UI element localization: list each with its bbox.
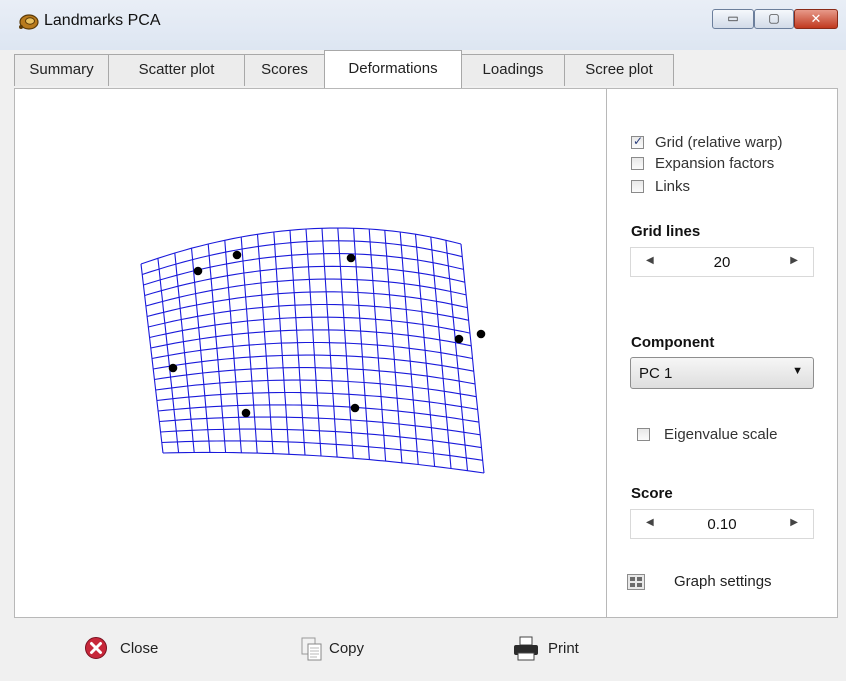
- maximize-icon: ▢: [768, 11, 780, 25]
- links-label: Links: [655, 178, 691, 195]
- landmark-point: [168, 363, 178, 373]
- title-bar: Landmarks PCA ▭ ▢ ✕: [0, 0, 846, 50]
- tab-loadings[interactable]: Loadings: [461, 54, 565, 86]
- graph-settings-link[interactable]: Graph settings: [674, 573, 772, 590]
- close-button-label: Close: [120, 640, 159, 657]
- copy-button[interactable]: Copy: [299, 636, 389, 662]
- grid-checkbox-box[interactable]: ✓: [631, 134, 644, 149]
- copy-button-label: Copy: [329, 640, 365, 657]
- tab-summary[interactable]: Summary: [14, 54, 109, 86]
- landmark-point: [476, 329, 486, 339]
- landmark-point: [241, 408, 251, 418]
- grid-line: [140, 227, 462, 265]
- checkmark-icon: ✓: [633, 134, 644, 148]
- eigenvalue-scale-label: Eigenvalue scale: [664, 426, 778, 443]
- component-select-value: PC 1: [639, 365, 673, 382]
- grid-line: [399, 231, 419, 465]
- bottom-toolbar: Close Copy Print: [14, 618, 846, 681]
- deformation-canvas: [14, 88, 606, 618]
- expansion-factors-checkbox-box[interactable]: [631, 157, 644, 170]
- options-panel: ✓ Grid (relative warp) Expansion factors…: [606, 88, 838, 618]
- grid-line: [207, 243, 227, 453]
- grid-line: [414, 234, 436, 467]
- grid-line: [142, 240, 463, 276]
- landmark-point: [193, 266, 203, 276]
- grid-line: [140, 263, 164, 454]
- component-select[interactable]: PC 1 ▼: [630, 357, 814, 389]
- minimize-button[interactable]: ▭: [712, 9, 754, 29]
- app-window: Landmarks PCA ▭ ▢ ✕ Summary Scatter plot…: [0, 0, 846, 681]
- minimize-icon: ▭: [727, 11, 739, 25]
- tab-scatter-plot[interactable]: Scatter plot: [108, 54, 245, 86]
- grid-lines-value[interactable]: 20: [631, 254, 813, 271]
- app-logo-icon: [19, 14, 39, 30]
- component-heading: Component: [631, 334, 715, 351]
- grid-line: [430, 236, 452, 469]
- score-value[interactable]: 0.10: [631, 516, 813, 533]
- grid-line: [143, 253, 464, 286]
- expansion-factors-label: Expansion factors: [655, 155, 775, 172]
- score-heading: Score: [631, 485, 673, 502]
- eigenvalue-scale-checkbox-box[interactable]: [637, 428, 650, 441]
- grid-line: [162, 451, 485, 474]
- grid-lines-increment-icon[interactable]: ▶: [790, 255, 798, 266]
- print-button-label: Print: [548, 640, 579, 657]
- copy-icon: [301, 637, 322, 661]
- printer-icon: [514, 636, 538, 661]
- landmark-point: [232, 250, 242, 260]
- close-button[interactable]: Close: [84, 636, 174, 662]
- deformation-grid-plot: [140, 227, 486, 474]
- close-window-button[interactable]: ✕: [794, 9, 838, 29]
- grid-line: [384, 230, 403, 463]
- landmark-point: [350, 403, 360, 413]
- grid-line: [190, 248, 211, 453]
- score-spinner[interactable]: ◀ 0.10 ▶: [630, 509, 814, 539]
- landmark-point: [346, 253, 356, 263]
- close-icon: ✕: [810, 11, 822, 26]
- maximize-button[interactable]: ▢: [754, 9, 794, 29]
- close-circle-icon: [85, 637, 107, 659]
- score-increment-icon[interactable]: ▶: [790, 517, 798, 528]
- landmark-point: [454, 334, 464, 344]
- grid-line: [157, 258, 180, 453]
- window-title: Landmarks PCA: [44, 12, 161, 29]
- tab-scores[interactable]: Scores: [244, 54, 325, 86]
- chevron-down-icon: ▼: [792, 365, 803, 377]
- grid-checkbox-label: Grid (relative warp): [655, 134, 783, 151]
- links-checkbox-box[interactable]: [631, 180, 644, 193]
- tab-scree-plot[interactable]: Scree plot: [564, 54, 674, 86]
- grid-settings-icon[interactable]: [627, 574, 645, 590]
- grid-line: [146, 291, 468, 318]
- tab-deformations[interactable]: Deformations: [324, 50, 462, 88]
- print-button[interactable]: Print: [512, 636, 602, 662]
- grid-lines-heading: Grid lines: [631, 223, 701, 240]
- grid-lines-spinner[interactable]: ◀ 20 ▶: [630, 247, 814, 277]
